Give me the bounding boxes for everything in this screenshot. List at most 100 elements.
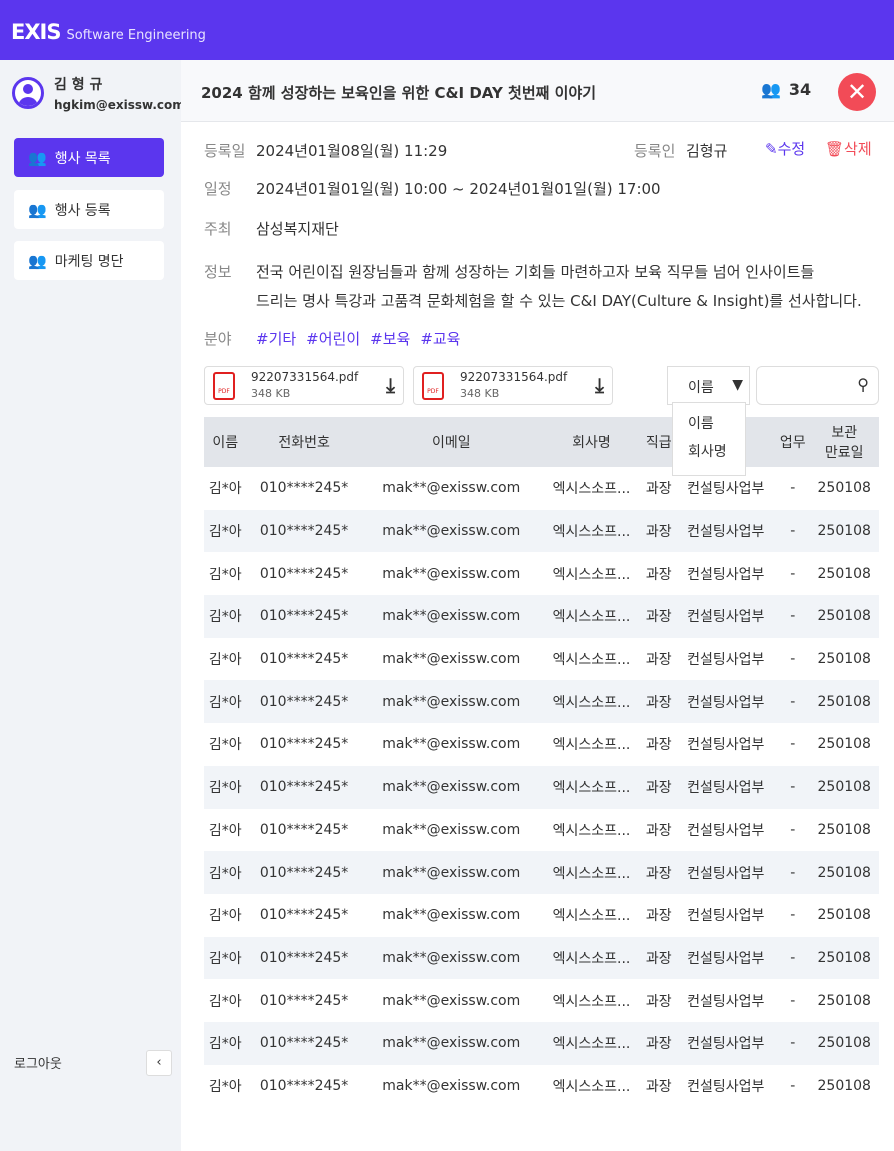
search-icon[interactable]: ⚲ [857,375,869,394]
sidebar-item-event-register[interactable]: 👥 행사 등록 [14,190,164,229]
column-header: 전화번호 [246,417,362,467]
table-cell: 김*아 [208,652,242,669]
table-row[interactable]: 김*아 010****245* mak**@exissw.com 엑시스소프... 과장… [204,638,879,681]
table-row[interactable]: 김*아 010****245* mak**@exissw.com 엑시스소프... 과장… [204,467,879,510]
table-row[interactable]: 김*아 010****245* mak**@exissw.com 엑시스소프... 과장… [204,680,879,724]
table-cell: 과장 [642,936,676,980]
sidebar-item-event-list[interactable]: 👥 행사 목록 [14,138,164,177]
table-cell: 과장 [642,765,676,809]
table-row[interactable]: 김*아 010****245* mak**@exissw.com 엑시스소프... 과장… [204,851,879,894]
table-cell: 김*아 [204,1021,247,1065]
table-row[interactable]: 김*아 010****245* mak**@exissw.com 엑시스소프... 과장… [204,509,879,553]
page-title: 2024 함께 성장하는 보육인을 위한 C&I DAY 첫번째 이야기 [201,84,597,102]
table-cell: 엑시스소프... [552,1078,631,1095]
option-company[interactable]: 회사명 [688,438,745,466]
table-cell: 010****245* [246,680,362,724]
search-field-select[interactable]: 이름 ▼ [667,366,750,405]
column-header: 이름 [204,417,247,467]
table-cell: mak**@exissw.com [382,736,521,753]
table-row[interactable]: 김*아 010****245* mak**@exissw.com 엑시스소프... 과장… [204,723,879,766]
table-cell: 컨설팅사업부 [675,765,776,809]
search-input[interactable]: ⚲ [756,366,879,405]
table-cell: - [775,936,810,980]
user-email: hgkim@exissw.com [54,98,185,112]
table-cell: 엑시스소프... [552,908,631,925]
delete-button[interactable]: 🗑삭제 [825,138,872,159]
table-cell: 250108 [817,651,871,668]
table-cell: 엑시스소프... [540,765,643,809]
table-cell: 김*아 [208,481,242,498]
download-icon[interactable]: ⤓ [595,373,604,397]
table-row[interactable]: 김*아 010****245* mak**@exissw.com 엑시스소프... 과장… [204,552,879,595]
table-cell: 컨설팅사업부 [687,993,765,1010]
info-row: 정보 전국 어린이집 원장님들과 함께 성장하는 기회들 마련하고자 보육 직무들… [204,263,862,310]
table-cell: 250108 [809,1021,879,1065]
table-cell: mak**@exissw.com [361,595,541,638]
close-button[interactable]: ✕ [838,73,876,111]
logo[interactable]: EXIS Software Engineering [11,20,206,44]
table-cell: 엑시스소프... [552,566,631,583]
sidebar-item-marketing-list[interactable]: 👥 마케팅 명단 [14,241,164,280]
table-row[interactable]: 김*아 010****245* mak**@exissw.com 엑시스소프... 과장… [204,894,879,937]
table-row[interactable]: 김*아 010****245* mak**@exissw.com 엑시스소프... 과장… [204,1021,879,1065]
table-row[interactable]: 김*아 010****245* mak**@exissw.com 엑시스소프... 과장… [204,595,879,638]
table-cell: 250108 [817,821,871,838]
field-row: 분야 #기타 #어린이 #보육 #교육 [204,328,461,349]
table-cell: 엑시스소프... [552,822,631,839]
collapse-sidebar-button[interactable]: ‹ [146,1050,172,1076]
table-cell: 김*아 [208,566,242,583]
table-cell: 컨설팅사업부 [675,851,776,894]
table-cell: 과장 [645,566,672,583]
table-cell: mak**@exissw.com [382,480,521,497]
table-cell: mak**@exissw.com [382,821,521,838]
table-row[interactable]: 김*아 010****245* mak**@exissw.com 엑시스소프... 과장… [204,809,879,852]
sidebar: 김 형 규 hgkim@exissw.com 👥 행사 목록 👥 행사 등록 👥 마케… [0,60,185,1151]
table-cell: mak**@exissw.com [382,565,521,582]
table-cell: mak**@exissw.com [382,1077,521,1094]
table-cell: 김*아 [204,509,247,553]
table-cell: 김*아 [208,908,242,925]
table-cell: 010****245* [259,736,349,753]
table-cell: mak**@exissw.com [361,851,541,894]
tag[interactable]: #보육 [370,328,410,349]
pdf-icon: PDF [213,372,235,400]
table-cell: 컨설팅사업부 [687,737,765,754]
tag[interactable]: #어린이 [306,328,360,349]
table-cell: - [790,480,796,497]
logout-link[interactable]: 로그아웃 [14,1053,62,1072]
table-row[interactable]: 김*아 010****245* mak**@exissw.com 엑시스소프... 과장… [204,936,879,980]
table-cell: 컨설팅사업부 [675,680,776,724]
event-header: 2024 함께 성장하는 보육인을 위한 C&I DAY 첫번째 이야기 👥 34… [181,60,894,122]
file-attachment[interactable]: PDF 92207331564.pdf 348 KB ⤓ [204,366,404,405]
column-header: 보관 만료일 [809,417,879,467]
tag[interactable]: #교육 [420,328,460,349]
table-cell: 과장 [645,481,672,498]
reg-date-row: 등록일 2024년01월08일(월) 11:29 [204,142,448,160]
download-icon[interactable]: ⤓ [386,373,395,397]
table-cell: 김*아 [204,595,247,638]
table-cell: 엑시스소프... [552,652,631,669]
table-cell: 과장 [645,737,672,754]
table-row[interactable]: 김*아 010****245* mak**@exissw.com 엑시스소프... 과장… [204,1065,879,1108]
table-cell: - [790,651,796,668]
table-cell: 250108 [817,565,871,582]
table-cell: 010****245* [246,595,362,638]
table-row[interactable]: 김*아 010****245* mak**@exissw.com 엑시스소프... 과장… [204,765,879,809]
edit-button[interactable]: ✎수정 [765,138,805,159]
file-attachment[interactable]: PDF 92207331564.pdf 348 KB ⤓ [413,366,613,405]
column-header: 업무 [775,417,810,467]
option-name[interactable]: 이름 [688,410,745,438]
table-row[interactable]: 김*아 010****245* mak**@exissw.com 엑시스소프... 과장… [204,979,879,1022]
table-cell: - [790,736,796,753]
table-cell: 김*아 [208,1078,242,1095]
table-cell: 250108 [817,992,871,1009]
table-cell: 250108 [809,509,879,553]
tag[interactable]: #기타 [256,328,296,349]
table-cell: 010****245* [246,1021,362,1065]
table-cell: mak**@exissw.com [382,907,521,924]
table-cell: 엑시스소프... [540,1021,643,1065]
table-cell: mak**@exissw.com [382,992,521,1009]
table-cell: 엑시스소프... [540,680,643,724]
table-cell: 250108 [809,680,879,724]
table-cell: - [790,821,796,838]
